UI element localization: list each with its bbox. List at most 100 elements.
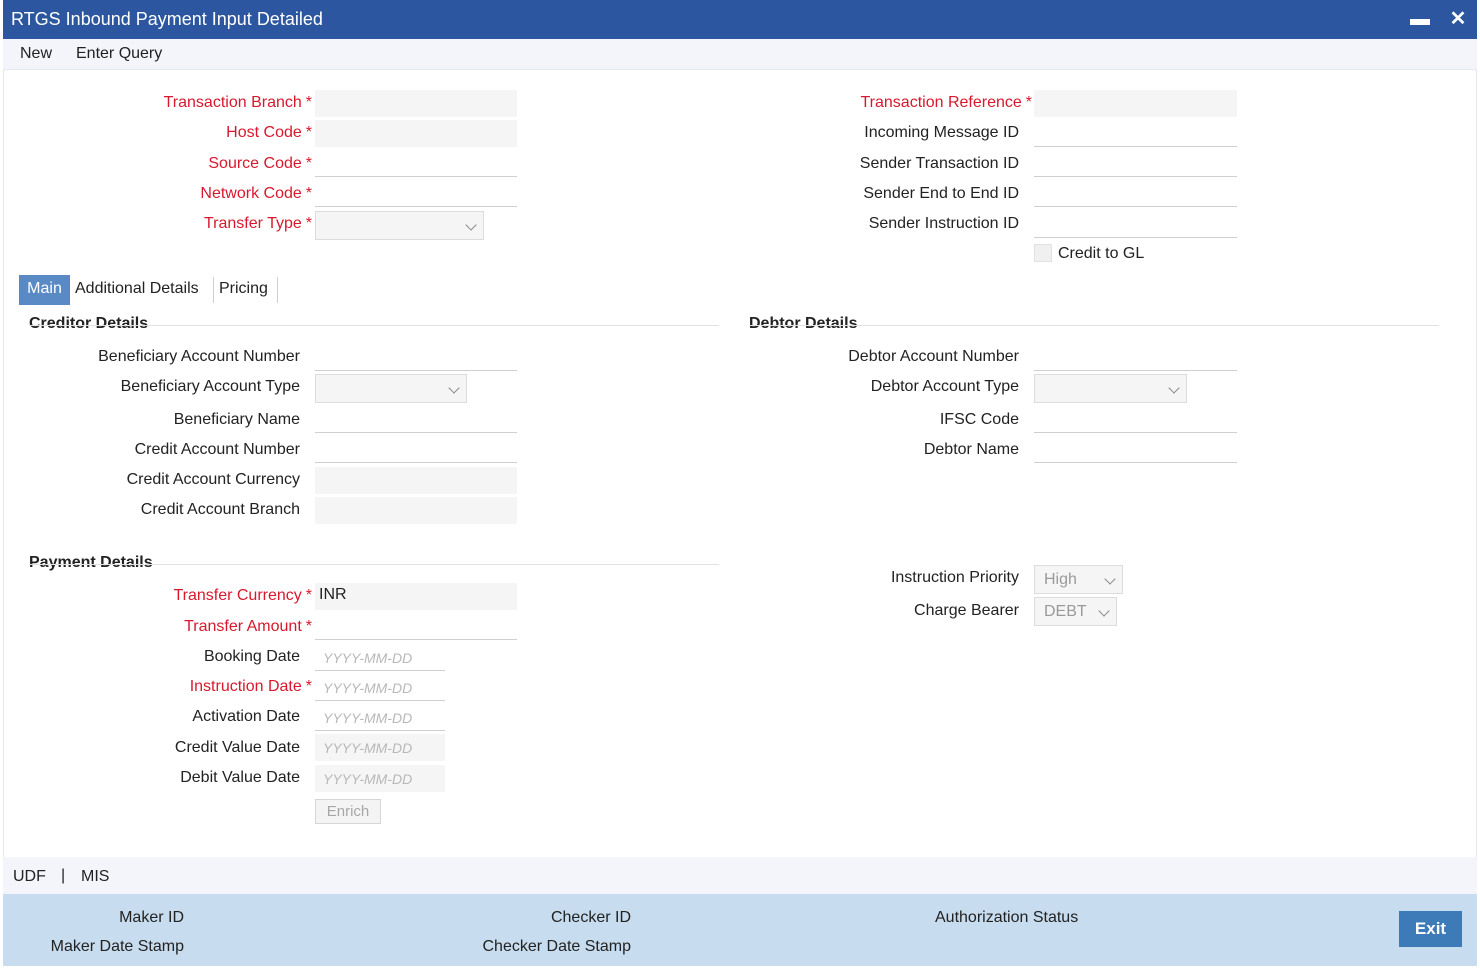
checker-date-stamp-label: Checker Date Stamp [482, 938, 631, 955]
beneficiary-account-number-label: Beneficiary Account Number [98, 348, 300, 365]
transfer-type-select[interactable] [315, 211, 484, 240]
sender-instruction-id-input[interactable] [1034, 211, 1237, 238]
sender-transaction-id-label: Sender Transaction ID [859, 155, 1019, 172]
transaction-branch-field[interactable] [315, 90, 517, 117]
creditor-details-heading: Creditor Details [29, 315, 149, 332]
payment-details-heading: Payment Details [29, 554, 153, 571]
date-placeholder: YYYY-MM-DD [323, 771, 413, 787]
checker-id-label: Checker ID [550, 909, 631, 926]
charge-bearer-value: DEBT [1044, 603, 1087, 620]
transfer-type-label: Transfer Type * [203, 215, 312, 232]
transfer-currency-field[interactable]: INR [315, 583, 517, 610]
chevron-down-icon [1104, 573, 1116, 585]
enter-query-menu-item[interactable]: Enter Query [76, 45, 162, 63]
instruction-date-input[interactable]: YYYY-MM-DD [315, 674, 445, 701]
transfer-currency-label: Transfer Currency * [173, 587, 312, 604]
bottom-links-bar: UDF | MIS [3, 857, 1477, 894]
debtor-account-number-input[interactable] [1034, 344, 1237, 371]
network-code-label: Network Code * [200, 185, 312, 202]
beneficiary-name-input[interactable] [315, 406, 517, 433]
credit-account-branch-field[interactable] [315, 497, 517, 524]
transfer-amount-input[interactable] [315, 613, 517, 640]
ifsc-code-input[interactable] [1034, 406, 1237, 433]
tab-pricing[interactable]: Pricing [219, 275, 275, 305]
charge-bearer-label: Charge Bearer [914, 602, 1019, 619]
date-placeholder: YYYY-MM-DD [323, 740, 413, 756]
maker-id-label: Maker ID [119, 909, 184, 926]
beneficiary-account-type-select[interactable] [315, 374, 467, 403]
section-divider [749, 325, 1439, 326]
credit-account-currency-field[interactable] [315, 467, 517, 494]
booking-date-label: Booking Date [203, 648, 300, 665]
sender-end-to-end-id-label: Sender End to End ID [863, 185, 1019, 202]
credit-to-gl-checkbox[interactable] [1034, 244, 1052, 262]
debtor-account-type-label: Debtor Account Type [870, 378, 1019, 395]
incoming-message-id-label: Incoming Message ID [864, 124, 1019, 141]
udf-link[interactable]: UDF [13, 868, 46, 886]
credit-account-branch-label: Credit Account Branch [140, 501, 300, 518]
toolbar-menu: New Enter Query [3, 39, 1477, 70]
credit-account-currency-label: Credit Account Currency [126, 471, 300, 488]
mis-link[interactable]: MIS [81, 868, 109, 886]
debtor-name-label: Debtor Name [923, 441, 1019, 458]
network-code-input[interactable] [315, 180, 517, 207]
transfer-currency-value: INR [319, 586, 347, 603]
exit-button[interactable]: Exit [1399, 911, 1462, 947]
debtor-account-type-select[interactable] [1034, 374, 1187, 403]
credit-value-date-label: Credit Value Date [174, 739, 300, 756]
booking-date-input[interactable]: YYYY-MM-DD [315, 644, 445, 671]
transaction-reference-field[interactable] [1034, 90, 1237, 117]
chevron-down-icon [1098, 605, 1110, 617]
sender-end-to-end-id-input[interactable] [1034, 180, 1237, 207]
ifsc-code-label: IFSC Code [939, 411, 1019, 428]
authorization-status-label: Authorization Status [935, 909, 1079, 926]
new-menu-item[interactable]: New [20, 45, 52, 63]
tab-divider [277, 277, 278, 303]
chevron-down-icon [448, 382, 460, 394]
section-divider [29, 325, 719, 326]
credit-value-date-field[interactable]: YYYY-MM-DD [315, 734, 445, 761]
source-code-input[interactable] [315, 150, 517, 177]
chevron-down-icon [465, 219, 477, 231]
tab-divider [213, 277, 214, 303]
window-titlebar: RTGS Inbound Payment Input Detailed ▬ ✕ [3, 0, 1477, 39]
instruction-priority-select[interactable]: High [1034, 565, 1123, 594]
date-placeholder: YYYY-MM-DD [323, 650, 413, 666]
transaction-branch-label: Transaction Branch * [163, 94, 312, 111]
activation-date-label: Activation Date [192, 708, 300, 725]
beneficiary-account-number-input[interactable] [315, 344, 517, 371]
host-code-field[interactable] [315, 120, 517, 147]
date-placeholder: YYYY-MM-DD [323, 680, 413, 696]
date-placeholder: YYYY-MM-DD [323, 710, 413, 726]
debit-value-date-field[interactable]: YYYY-MM-DD [315, 765, 445, 792]
link-separator: | [61, 867, 66, 884]
beneficiary-account-type-label: Beneficiary Account Type [120, 378, 300, 395]
window-border-left [3, 70, 4, 857]
charge-bearer-select[interactable]: DEBT [1034, 597, 1117, 626]
transfer-amount-label: Transfer Amount * [184, 618, 312, 635]
credit-account-number-input[interactable] [315, 436, 517, 463]
window-title: RTGS Inbound Payment Input Detailed [11, 9, 323, 29]
instruction-priority-value: High [1044, 571, 1077, 588]
activation-date-input[interactable]: YYYY-MM-DD [315, 704, 445, 731]
enrich-button[interactable]: Enrich [315, 799, 381, 824]
incoming-message-id-input[interactable] [1034, 120, 1237, 147]
tab-additional-details[interactable]: Additional Details [75, 275, 211, 305]
host-code-label: Host Code * [226, 124, 312, 141]
sender-transaction-id-input[interactable] [1034, 150, 1237, 177]
minimize-icon[interactable]: ▬ [1407, 6, 1433, 32]
sender-instruction-id-label: Sender Instruction ID [868, 215, 1019, 232]
chevron-down-icon [1168, 382, 1180, 394]
debtor-details-heading: Debtor Details [749, 315, 858, 332]
instruction-priority-label: Instruction Priority [890, 569, 1019, 586]
credit-account-number-label: Credit Account Number [134, 441, 300, 458]
audit-footer: Maker ID Maker Date Stamp Checker ID Che… [3, 894, 1477, 966]
close-icon[interactable]: ✕ [1445, 6, 1471, 32]
tab-main[interactable]: Main [19, 275, 70, 305]
instruction-date-label: Instruction Date * [189, 678, 312, 695]
section-divider [29, 564, 719, 565]
credit-to-gl-label: Credit to GL [1058, 245, 1145, 262]
beneficiary-name-label: Beneficiary Name [173, 411, 300, 428]
maker-date-stamp-label: Maker Date Stamp [50, 938, 184, 955]
debtor-name-input[interactable] [1034, 436, 1237, 463]
